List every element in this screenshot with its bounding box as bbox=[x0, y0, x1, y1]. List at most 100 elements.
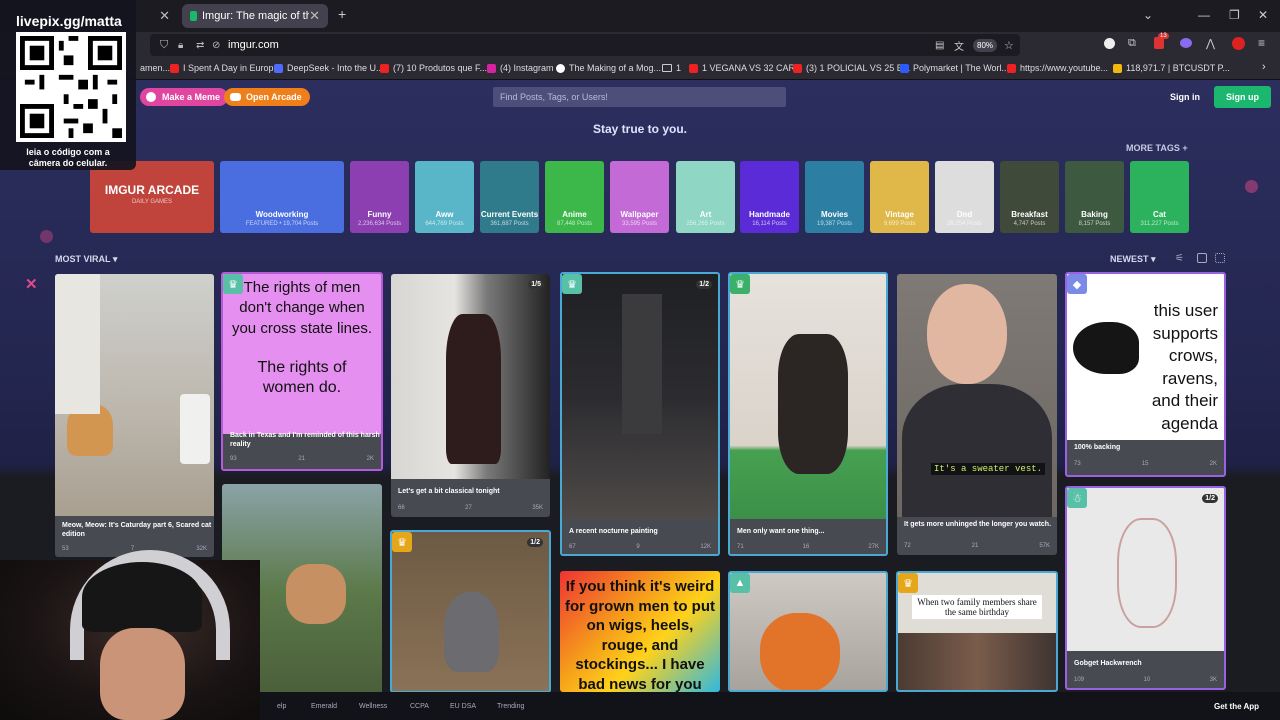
tag-tile[interactable]: Cat 311,227 Posts bbox=[1130, 161, 1189, 233]
post-card[interactable]: 1/2 ♛ A recent nocturne painting 67 9 12K bbox=[560, 272, 720, 556]
bookmark-item[interactable]: Polymarket | The Worl... bbox=[900, 63, 1009, 73]
tag-tile[interactable]: IMGUR ARCADE DAILY GAMES bbox=[90, 161, 214, 233]
crowd-shape bbox=[898, 633, 1056, 690]
tag-tile[interactable]: Art 256,265 Posts bbox=[676, 161, 735, 233]
sort-most-viral[interactable]: MOST VIRAL ▾ bbox=[55, 254, 117, 265]
address-bar[interactable]: ⛉ 🔒︎ ⇄ ⊘ imgur.com ▤ 文 80% ☆ bbox=[150, 34, 1020, 56]
bookmark-item[interactable]: (7) 10 Produtos que F... bbox=[380, 63, 487, 73]
views: 12K bbox=[700, 544, 711, 550]
footer-link[interactable]: elp bbox=[277, 703, 286, 710]
post-card[interactable]: 1/5 Let's get a bit classical tonight 66… bbox=[391, 274, 550, 517]
compact-view-icon[interactable] bbox=[1215, 253, 1225, 263]
bookmark-star-icon[interactable]: ☆ bbox=[1004, 39, 1014, 52]
bookmark-item[interactable]: 118,971.7 | BTCUSDT P... bbox=[1113, 63, 1230, 73]
extension-purple-icon[interactable] bbox=[1180, 38, 1192, 48]
search-input[interactable]: Find Posts, Tags, or Users! bbox=[493, 87, 786, 107]
open-arcade-button[interactable]: Open Arcade bbox=[224, 88, 310, 106]
new-tab-button[interactable]: + bbox=[338, 6, 346, 22]
tag-post-count: 33,595 Posts bbox=[621, 221, 658, 227]
close-tab-icon[interactable]: ✕ bbox=[159, 8, 170, 24]
tag-name: Vintage bbox=[885, 210, 914, 219]
post-card[interactable]: 1/2 ☃ Gobget Hackwrench 109 10 3K bbox=[1065, 486, 1226, 690]
bookmark-label: amen... bbox=[140, 63, 171, 73]
bookmark-item[interactable]: (3) 1 POLICIAL VS 25 E... bbox=[793, 63, 910, 73]
tag-tile[interactable]: Woodworking FEATURED • 19,704 Posts bbox=[220, 161, 344, 233]
menu-icon[interactable]: ≡ bbox=[1258, 36, 1265, 50]
bookmarks-bar: amen... I Spent A Day in Europ... DeepSe… bbox=[0, 58, 1280, 80]
person-shape bbox=[778, 334, 848, 474]
more-tags-link[interactable]: MORE TAGS + bbox=[1126, 143, 1188, 153]
footer-link[interactable]: EU DSA bbox=[450, 703, 476, 710]
sign-up-button[interactable]: Sign up bbox=[1214, 86, 1271, 108]
filter-icon[interactable]: ⚟ bbox=[1175, 253, 1185, 264]
zoom-level[interactable]: 80% bbox=[973, 38, 998, 52]
door-shape bbox=[55, 274, 100, 414]
footer-link[interactable]: CCPA bbox=[410, 703, 429, 710]
browser-tab-imgur[interactable]: Imgur: The magic of the Interne ✕ bbox=[182, 4, 328, 28]
grid-view-icon[interactable] bbox=[1197, 253, 1207, 263]
bookmark-item[interactable]: DeepSeek - Into the U... bbox=[274, 63, 384, 73]
minimize-window-icon[interactable]: — bbox=[1198, 8, 1210, 22]
post-card[interactable]: 1/2 ♛ bbox=[390, 530, 551, 693]
get-app-button[interactable]: Get the App bbox=[1214, 702, 1259, 711]
extensions-puzzle-icon[interactable]: ⧉ bbox=[1128, 37, 1136, 50]
tracking-icon[interactable]: ⊘ bbox=[212, 40, 220, 51]
bookmark-item[interactable]: The Making of a Mog... bbox=[556, 63, 661, 73]
extension-eagle-icon[interactable]: ⋀ bbox=[1206, 37, 1215, 50]
reader-view-icon[interactable]: ▤ bbox=[935, 40, 944, 51]
tag-tile[interactable]: Dnd 26,254 Posts bbox=[935, 161, 994, 233]
footer-link[interactable]: Trending bbox=[497, 703, 524, 710]
post-card[interactable]: ♛ Men only want one thing... 71 16 27K bbox=[728, 272, 888, 556]
post-image-night-street bbox=[562, 274, 718, 519]
tag-name: Cat bbox=[1153, 210, 1166, 219]
post-card[interactable]: this user supports crows, ravens, and th… bbox=[1065, 272, 1226, 477]
tag-tile[interactable]: Wallpaper 33,595 Posts bbox=[610, 161, 669, 233]
footer-link[interactable]: Emerald bbox=[311, 703, 337, 710]
bookmark-label: https://www.youtube... bbox=[1020, 63, 1109, 73]
post-card[interactable]: The rights of men don't change when you … bbox=[221, 272, 383, 471]
upvotes: 73 bbox=[1074, 461, 1081, 467]
extension-icon[interactable] bbox=[1104, 38, 1115, 49]
lock-icon[interactable]: 🔒︎ bbox=[178, 40, 183, 51]
close-window-icon[interactable]: ✕ bbox=[1258, 8, 1268, 22]
make-meme-button[interactable]: Make a Meme bbox=[140, 88, 229, 106]
translate-icon[interactable]: 文 bbox=[954, 38, 964, 53]
post-card[interactable]: Meow, Meow: It's Caturday part 6, Scared… bbox=[55, 274, 214, 557]
tag-name: Handmade bbox=[749, 210, 790, 219]
maximize-window-icon[interactable]: ❐ bbox=[1229, 8, 1240, 22]
tag-tile[interactable]: Anime 87,448 Posts bbox=[545, 161, 604, 233]
tag-tile[interactable]: Vintage 9,699 Posts bbox=[870, 161, 929, 233]
tag-tile[interactable]: Handmade 16,114 Posts bbox=[740, 161, 799, 233]
bookmarks-overflow-icon[interactable]: › bbox=[1262, 61, 1266, 73]
tag-post-count: 311,227 Posts bbox=[1140, 221, 1179, 227]
tag-tile[interactable]: Breakfast 4,747 Posts bbox=[1000, 161, 1059, 233]
tag-tile[interactable]: Aww 644,769 Posts bbox=[415, 161, 474, 233]
tab-list-chevron-icon[interactable]: ⌄ bbox=[1143, 8, 1153, 22]
close-tab-icon[interactable]: ✕ bbox=[309, 8, 320, 24]
tag-tile[interactable]: Baking 8,157 Posts bbox=[1065, 161, 1124, 233]
bookmark-folder[interactable]: 1 bbox=[662, 63, 681, 73]
bookmark-item[interactable]: 1 VEGANA VS 32 CAR... bbox=[689, 63, 803, 73]
post-card[interactable]: It's a sweater vest. It gets more unhing… bbox=[897, 274, 1057, 555]
bookmark-item[interactable]: https://www.youtube... bbox=[1007, 63, 1108, 73]
close-ad-icon[interactable]: ✕ bbox=[25, 275, 38, 293]
tag-name: Funny bbox=[367, 210, 392, 219]
sort-newest[interactable]: NEWEST ▾ bbox=[1110, 254, 1156, 265]
tag-post-count: 26,254 Posts bbox=[946, 221, 983, 227]
tag-tile[interactable]: Movies 19,387 Posts bbox=[805, 161, 864, 233]
post-card[interactable]: If you think it's weird for grown men to… bbox=[560, 571, 720, 692]
tag-tile[interactable]: Current Events 361,687 Posts bbox=[480, 161, 539, 233]
post-card[interactable]: ▲ bbox=[728, 571, 888, 692]
post-card[interactable]: When two family members share the same b… bbox=[896, 571, 1058, 692]
adblock-icon[interactable] bbox=[1232, 37, 1245, 50]
footer-link[interactable]: Wellness bbox=[359, 703, 387, 710]
sign-in-link[interactable]: Sign in bbox=[1170, 92, 1200, 102]
bookmark-item[interactable]: I Spent A Day in Europ... bbox=[170, 63, 281, 73]
tag-tile[interactable]: Funny 2,236,634 Posts bbox=[350, 161, 409, 233]
bookmark-item[interactable]: amen... bbox=[140, 63, 170, 73]
shield-icon[interactable]: ⛉ bbox=[160, 39, 168, 52]
bookmark-item[interactable]: (4) Instagram bbox=[487, 63, 554, 73]
tag-name: Movies bbox=[820, 210, 849, 219]
bookmark-label: DeepSeek - Into the U... bbox=[287, 63, 384, 73]
permissions-icon[interactable]: ⇄ bbox=[196, 40, 204, 51]
